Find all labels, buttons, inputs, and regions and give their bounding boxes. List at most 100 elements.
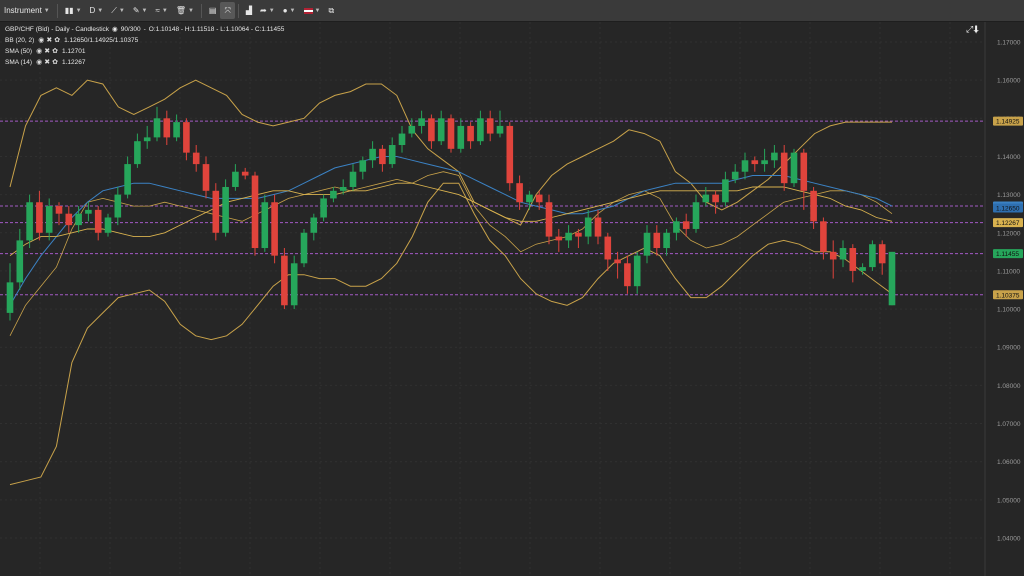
candle-body [202,164,210,191]
candle-body [153,118,161,138]
horizontal-levels [0,120,985,296]
indicator-menu[interactable]: ≈ ▼ [151,0,171,21]
candle-body [722,179,729,203]
candle-body [163,118,171,138]
close-icon[interactable]: ✖ [46,35,52,46]
fullscreen-download-controls: ⤢⬇ [966,24,979,35]
candle-body [398,133,406,146]
toolbar-divider [200,3,202,18]
chevron-down-icon: ▼ [187,7,194,14]
candle-body [290,263,298,306]
download-icon[interactable]: ⬇ [973,24,979,34]
eye-icon[interactable]: ◉ [112,24,118,35]
candle-body [486,118,494,134]
chart-legend: GBP/CHF (Bid) - Daily - Candlestick ◉ 90… [5,24,284,68]
chevron-down-icon: ▼ [118,7,125,14]
candle-body [653,232,661,249]
candle-body [457,125,465,149]
chevron-down-icon: ▼ [97,7,104,14]
price-tick-label: 1.07000 [997,421,1021,428]
price-tick-label: 1.05000 [997,497,1021,504]
bar-chart-button[interactable]: ▟ [242,0,256,21]
bollinger-upper-band [9,79,892,226]
price-tick-label: 1.08000 [997,383,1021,390]
theme-menu[interactable]: ● ▼ [279,0,300,21]
candle-body [614,259,621,264]
price-tag-label: 1.14925 [996,119,1020,126]
delete-menu[interactable]: 🗑 ▼ [172,0,198,21]
fit-chart-button[interactable]: ⤧ [220,2,235,19]
timeframe-label: D [89,6,96,15]
candle-body [859,267,866,271]
bollinger-lower-band [9,182,893,486]
candle-body [447,118,455,149]
candle-body [281,255,288,306]
candle-body [232,171,239,187]
candle-body [104,217,112,233]
candle-body [535,194,543,203]
toolbar-divider [237,3,239,18]
chart-type-menu[interactable]: ▮▮ ▼ [61,0,86,21]
trendline-tool-menu[interactable]: ⟋ ▼ [107,0,129,21]
candle-body [829,251,837,260]
pen-tool-menu[interactable]: ✎ ▼ [129,0,152,21]
gear-icon[interactable]: ✿ [52,46,58,57]
instrument-menu[interactable]: Instrument ▼ [0,0,54,21]
close-icon[interactable]: ✖ [44,46,50,57]
candle-body [496,125,504,134]
instrument-label: Instrument [4,6,42,15]
eye-icon[interactable]: ◉ [38,35,44,46]
price-tick-label: 1.06000 [997,459,1021,466]
share-menu[interactable]: ➦ ▼ [256,0,279,21]
trendline-icon: ⟋ [111,5,117,15]
candle-body [261,202,269,249]
candle-body [26,202,33,241]
candle-body [241,171,249,176]
eye-icon[interactable]: ◉ [36,46,42,57]
candle-body [212,190,220,233]
candle-body [173,122,180,138]
close-icon[interactable]: ✖ [44,57,50,68]
candle-body [114,194,122,218]
chart-grid [0,22,986,576]
share-arrow-icon: ➦ [260,6,267,15]
legend-bar-count: 90/300 [120,26,141,33]
candle-body [594,217,602,237]
candle-body [408,125,416,134]
price-axis: 1.170001.160001.150001.140001.130001.120… [993,40,1023,543]
price-tag-label: 1.12650 [996,205,1020,212]
uk-flag-icon [303,7,313,14]
candle-body [849,248,857,271]
candle-body [839,248,847,260]
trash-icon: 🗑 [175,6,186,15]
candle-body [584,217,592,237]
gear-icon[interactable]: ✿ [52,57,58,68]
price-tick-label: 1.09000 [997,345,1021,352]
chevron-down-icon: ▼ [161,7,168,14]
timeframe-menu[interactable]: D ▼ [86,0,108,21]
language-menu[interactable]: ▼ [300,0,325,21]
candle-body [692,202,700,229]
sma-14-line [9,182,893,257]
candle-body [555,236,563,241]
candle-body [663,232,670,249]
candle-body [271,202,278,256]
candle-body [702,194,710,203]
candlestick-icon: ▮▮ [64,6,74,15]
gear-icon[interactable]: ✿ [54,35,60,46]
eye-icon[interactable]: ◉ [36,57,42,68]
layout-button[interactable]: ▤ [205,0,221,21]
candle-body [751,160,759,165]
candle-body [673,221,680,233]
legend-indicator-label: BB (20, 2) [5,37,35,44]
chevron-down-icon: ▼ [314,7,321,14]
candles [6,106,896,321]
price-tag-label: 1.10375 [996,292,1020,299]
candle-body [820,221,827,252]
price-chart[interactable]: 1.170001.160001.150001.140001.130001.120… [0,22,1024,576]
legend-instrument: GBP/CHF (Bid) - Daily - Candlestick [5,26,110,33]
candle-body [682,221,690,229]
detach-window-button[interactable]: ⧉ [324,0,338,21]
candle-body [790,152,798,184]
candle-body [143,137,151,142]
